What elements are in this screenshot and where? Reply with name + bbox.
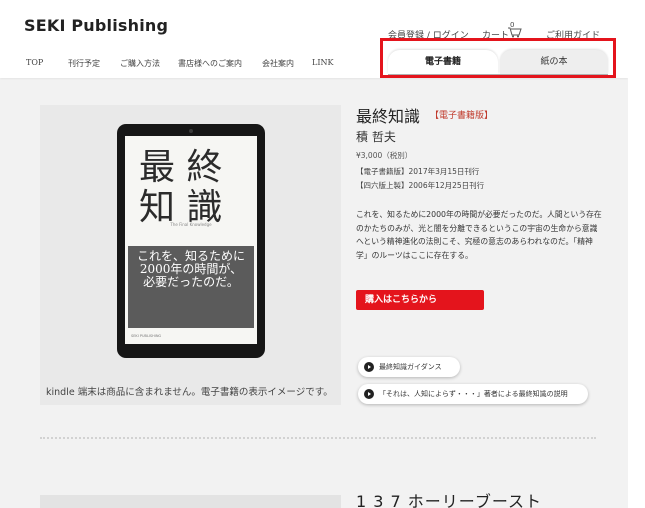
tablet-device: 最 終 知 識 The Final Knowledge これを、知るために 20… [117,124,265,358]
section-divider [40,437,596,439]
format-badge: 【電子書籍版】 [430,111,494,121]
next-book-image [40,495,341,508]
nav-schedule[interactable]: 刊行予定 [68,58,100,69]
author-explanation-link-button[interactable]: 「それは、人知によらず・・・」著者による最終知識の説明 [358,384,588,404]
book-author: 積 哲夫 [356,130,396,144]
cover-subtitle: The Final Knowledge [170,222,212,227]
nav-bookstores[interactable]: 書店様へのご案内 [178,58,242,69]
tablet-camera [189,129,193,133]
cover-title-line1: 最 終 [139,147,223,188]
page: SEKI Publishing 会員登録 / ログイン カート 0 ご利用ガイド… [0,0,628,508]
cover-band: これを、知るために 2000年の時間が、 必要だったのだ。 [128,246,254,328]
book-description: これを、知るために2000年の時間が必要だったのだ。人間という存在のかたちのみが… [356,210,602,260]
cover-title-line2: 知 識 [139,187,223,228]
nav-link[interactable]: LINK [312,58,333,67]
book-title: 最終知識 [356,107,421,126]
image-caption: kindle 端末は商品に含まれません。電子書籍の表示イメージです。 [46,387,333,398]
nav-company[interactable]: 会社案内 [262,58,294,69]
nav-top[interactable]: TOP [26,58,43,67]
next-book-title[interactable]: 1 3 7 ホーリーブースト [356,488,542,508]
print-release-date: 【四六版上製】2006年12月25日刊行 [356,181,485,190]
author-explanation-link-label: 「それは、人知によらず・・・」著者による最終知識の説明 [379,390,568,398]
guidance-link-label: 最終知識ガイダンス [379,363,442,371]
ebook-cover-screen: 最 終 知 識 The Final Knowledge これを、知るために 20… [125,136,257,344]
cover-publisher: SEKI PUBLISHING [131,334,162,338]
tabs-highlight-frame [380,38,616,78]
arrow-circle-icon [364,389,374,399]
guidance-link-button[interactable]: 最終知識ガイダンス [358,357,460,377]
cover-band-text: これを、知るために 2000年の時間が、 必要だったのだ。 [136,249,245,289]
book-price: ¥3,000（税別） [356,151,413,160]
ebook-release-date: 【電子書籍版】2017年3月15日刊行 [356,167,480,176]
buy-button[interactable]: 購入はこちらから [356,290,484,310]
nav-how-to-buy[interactable]: ご購入方法 [120,58,160,69]
site-logo[interactable]: SEKI Publishing [24,16,168,35]
cart-count: 0 [510,21,515,29]
site-header: SEKI Publishing 会員登録 / ログイン カート 0 ご利用ガイド… [0,0,628,78]
arrow-circle-icon [364,362,374,372]
